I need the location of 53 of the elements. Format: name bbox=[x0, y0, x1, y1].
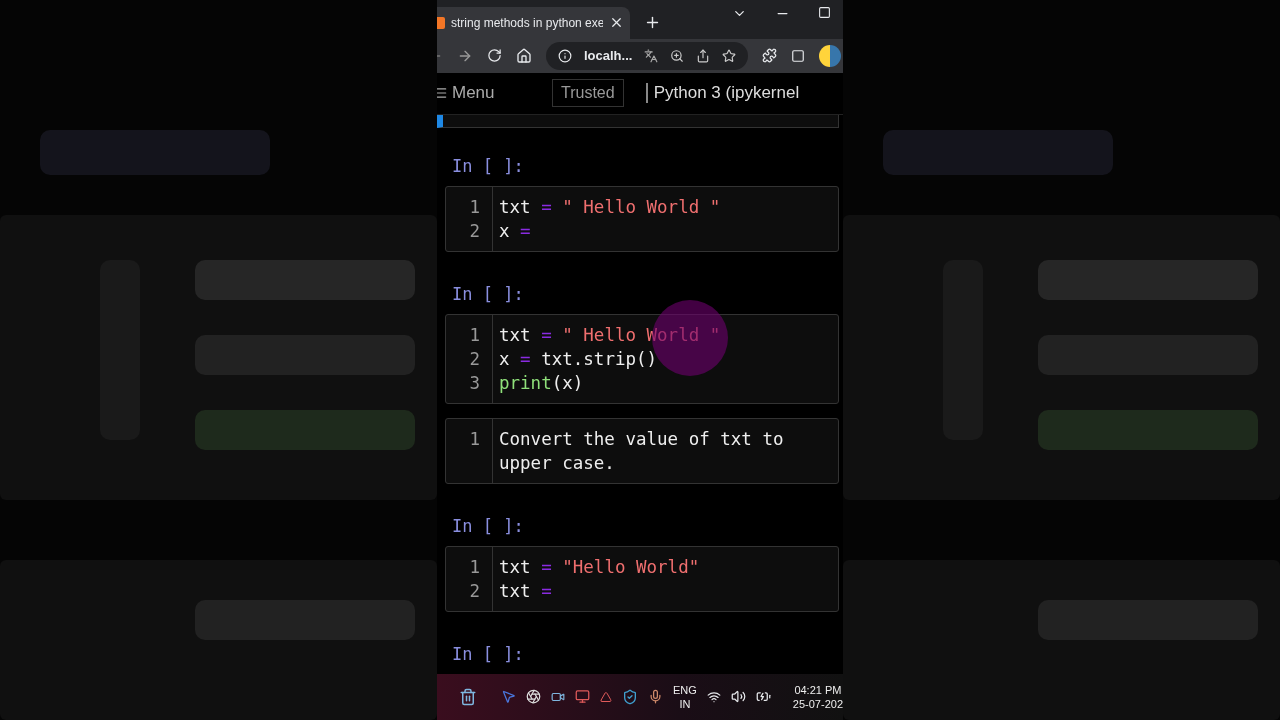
cell-prompt: In [ ]: bbox=[452, 643, 525, 664]
code-cell[interactable]: 1 2 3 txt = " Hello World " x = txt.strip() print(x) bbox=[445, 313, 839, 404]
line-number: 2 bbox=[469, 579, 480, 603]
profile-avatar[interactable] bbox=[819, 44, 842, 67]
volume-icon[interactable] bbox=[730, 689, 746, 705]
menu-button[interactable]: Menu bbox=[437, 83, 552, 104]
code-line: txt = "Hello World" bbox=[499, 555, 700, 579]
shield-icon[interactable] bbox=[622, 688, 638, 705]
code-line: print(x) bbox=[499, 371, 585, 395]
code-line: txt = " Hello World " bbox=[499, 195, 721, 219]
code-cell[interactable]: 1 2 txt = " Hello World " x = bbox=[445, 185, 839, 252]
line-number: 2 bbox=[469, 347, 480, 371]
reload-icon[interactable] bbox=[487, 48, 502, 64]
wifi-icon[interactable] bbox=[706, 689, 721, 704]
markdown-cell[interactable]: 1 Convert the value of txt to upper case. bbox=[445, 417, 839, 484]
star-icon[interactable] bbox=[722, 48, 737, 63]
clock[interactable]: 04:21 PM 25-07-202 bbox=[792, 682, 843, 711]
code-cell[interactable]: 1 2 txt = "Hello World" txt = bbox=[445, 545, 839, 612]
line-number: 3 bbox=[469, 371, 480, 395]
share-icon[interactable] bbox=[696, 48, 711, 63]
address-field[interactable]: localh... bbox=[546, 41, 749, 70]
maximize-icon[interactable] bbox=[818, 6, 831, 21]
side-panel-icon[interactable] bbox=[791, 48, 806, 63]
code-line: txt = " Hello World " bbox=[499, 323, 721, 347]
line-number: 1 bbox=[469, 427, 480, 451]
browser-tab[interactable]: string methods in python exe bbox=[437, 6, 630, 39]
line-number: 1 bbox=[469, 323, 480, 347]
menu-icon bbox=[437, 86, 448, 101]
code-line: txt = bbox=[499, 579, 553, 603]
aperture-icon[interactable] bbox=[526, 689, 541, 705]
code-line: x = txt.strip() bbox=[499, 347, 659, 371]
markdown-text: Convert the value of txt to upper case. bbox=[499, 427, 785, 475]
microphone-icon[interactable] bbox=[648, 689, 663, 705]
cell-prompt: In [ ]: bbox=[452, 155, 525, 176]
code-line: x = bbox=[499, 219, 532, 243]
monitor-icon[interactable] bbox=[575, 689, 590, 705]
triangle-icon[interactable] bbox=[600, 690, 612, 703]
kernel-name: Python 3 (ipykernel bbox=[645, 83, 800, 104]
info-icon bbox=[558, 48, 572, 63]
cell-prompt: In [ ]: bbox=[452, 283, 525, 304]
cell-prompt: In [ ]: bbox=[452, 515, 525, 536]
line-number: 1 bbox=[469, 195, 480, 219]
notebook-icon bbox=[437, 16, 445, 29]
zoom-icon[interactable] bbox=[670, 48, 685, 63]
line-number: 1 bbox=[469, 555, 480, 579]
puzzle-icon[interactable] bbox=[762, 48, 778, 64]
line-number: 2 bbox=[469, 219, 480, 243]
recycle-bin-icon[interactable] bbox=[459, 687, 477, 706]
translate-icon[interactable] bbox=[644, 48, 659, 63]
home-icon[interactable] bbox=[516, 47, 532, 64]
pointer-icon[interactable] bbox=[501, 689, 516, 705]
language-indicator[interactable]: ENG IN bbox=[673, 682, 697, 711]
trusted-indicator[interactable]: Trusted bbox=[552, 79, 624, 108]
